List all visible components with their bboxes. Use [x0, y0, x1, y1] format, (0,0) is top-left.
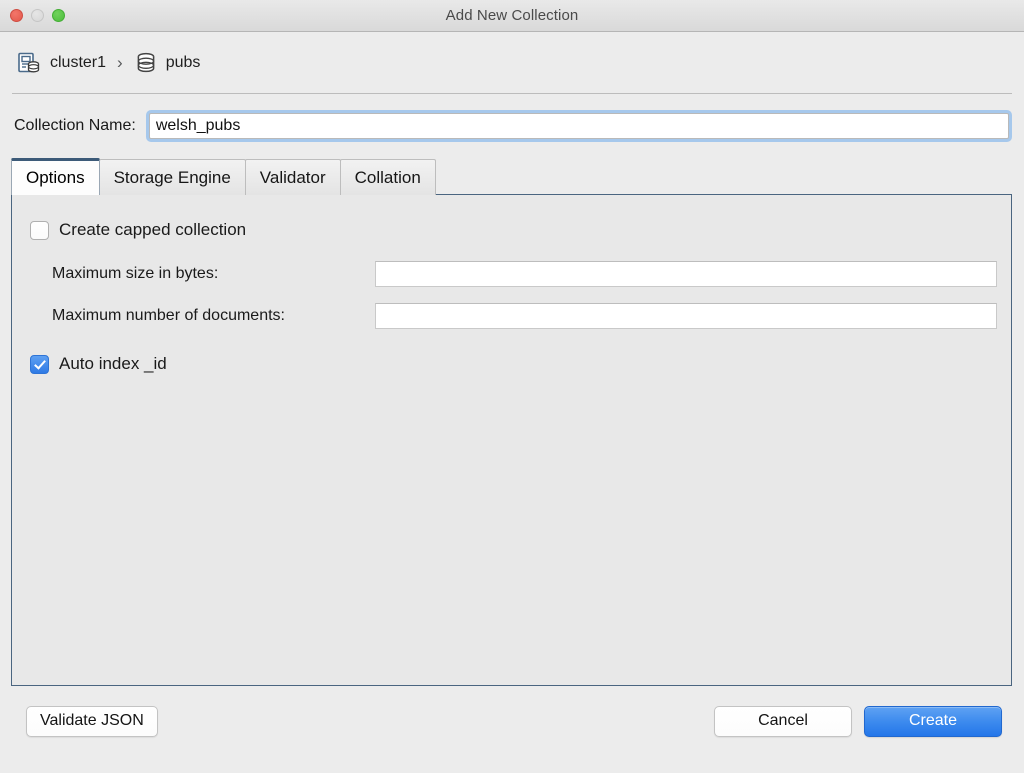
window-title: Add New Collection — [445, 7, 579, 24]
window-controls — [10, 0, 65, 31]
max-size-label: Maximum size in bytes: — [52, 265, 219, 282]
tab-collation-label: Collation — [354, 167, 421, 187]
collection-name-label: Collection Name: — [14, 117, 136, 134]
tab-options[interactable]: Options — [11, 158, 100, 195]
collection-name-input[interactable] — [148, 113, 1009, 139]
close-window-button[interactable] — [10, 9, 23, 22]
capped-collection-checkbox[interactable] — [30, 220, 49, 240]
tab-validator[interactable]: Validator — [244, 159, 341, 195]
tabstrip: Options Storage Engine Validator Collati… — [11, 158, 1012, 195]
max-docs-label: Maximum number of documents: — [52, 307, 285, 324]
database-icon — [134, 51, 158, 75]
options-tab-panel: Create capped collection Maximum size in… — [11, 194, 1012, 686]
tabstrip-filler — [434, 159, 1012, 195]
tab-options-label: Options — [26, 168, 85, 187]
capped-collection-row: Create capped collection — [30, 219, 1011, 241]
capped-collection-label: Create capped collection — [59, 220, 247, 239]
max-docs-input[interactable] — [375, 303, 997, 329]
tab-collation[interactable]: Collation — [339, 159, 436, 195]
max-size-input[interactable] — [375, 261, 997, 287]
tab-storage-engine[interactable]: Storage Engine — [98, 159, 246, 195]
breadcrumb-cluster-label: cluster1 — [50, 53, 107, 71]
auto-index-row: Auto index _id — [30, 353, 1011, 375]
dialog-footer: Validate JSON Cancel Create — [0, 686, 1024, 756]
tab-storage-engine-label: Storage Engine — [113, 167, 231, 187]
options-form: Create capped collection Maximum size in… — [12, 195, 1011, 375]
window-titlebar: Add New Collection — [0, 0, 1024, 32]
collection-name-row: Collection Name: — [0, 94, 1024, 142]
breadcrumb: cluster1 › pubs — [0, 32, 1024, 93]
cancel-button[interactable]: Cancel — [714, 705, 852, 737]
auto-index-label: Auto index _id — [59, 354, 167, 373]
footer-actions: Cancel Create — [714, 705, 1002, 737]
breadcrumb-database-label: pubs — [165, 53, 201, 71]
validate-json-button[interactable]: Validate JSON — [26, 705, 158, 737]
tabs-area: Options Storage Engine Validator Collati… — [11, 158, 1012, 686]
tab-validator-label: Validator — [259, 167, 326, 187]
max-docs-row: Maximum number of documents: — [30, 301, 1011, 331]
collection-name-focus-ring — [145, 110, 1012, 142]
breadcrumb-item-database[interactable]: pubs — [134, 51, 201, 75]
breadcrumb-item-cluster[interactable]: cluster1 — [16, 50, 106, 76]
auto-index-checkbox[interactable] — [30, 354, 49, 374]
breadcrumb-separator: › — [117, 52, 123, 72]
max-size-row: Maximum size in bytes: — [30, 259, 1011, 289]
create-button[interactable]: Create — [864, 705, 1002, 737]
minimize-window-button[interactable] — [31, 9, 44, 22]
zoom-window-button[interactable] — [52, 9, 65, 22]
server-icon — [16, 50, 42, 76]
